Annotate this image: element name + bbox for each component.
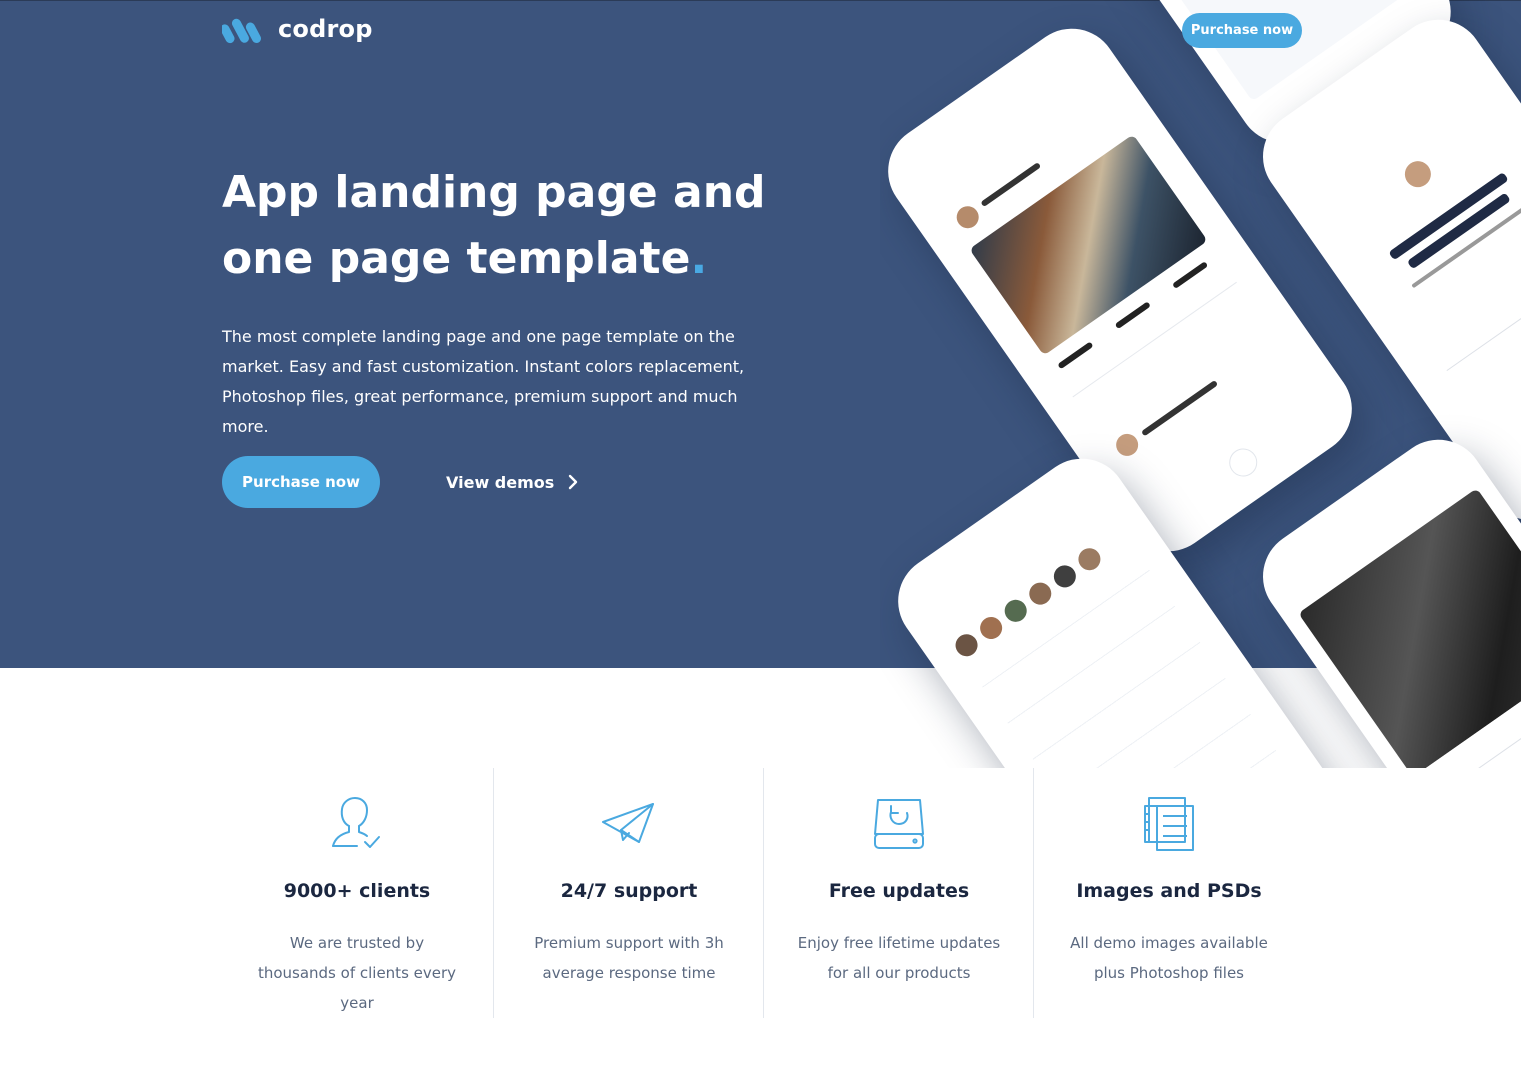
features-section: 9000+ clients We are trusted by thousand… xyxy=(222,768,1302,1018)
phone-mockups xyxy=(880,0,1521,768)
feature-title: 24/7 support xyxy=(560,880,698,902)
chevron-right-icon xyxy=(569,474,578,490)
logo-icon xyxy=(222,18,261,44)
feature-desc: Premium support with 3h average response… xyxy=(534,934,724,982)
feature-desc: Enjoy free lifetime updates for all our … xyxy=(797,934,1001,982)
feature-card-updates: Free updates Enjoy free lifetime updates… xyxy=(763,768,1034,1018)
feature-title: 9000+ clients xyxy=(283,880,431,902)
brand-logo[interactable]: codrop xyxy=(222,14,373,44)
feature-card-clients: 9000+ clients We are trusted by thousand… xyxy=(222,768,492,1018)
feature-desc: We are trusted by thousands of clients e… xyxy=(257,934,457,1012)
feature-desc: All demo images available plus Photoshop… xyxy=(1070,934,1268,982)
header-purchase-button[interactable]: Purchase now xyxy=(1182,13,1302,48)
view-demos-label: View demos xyxy=(446,472,555,492)
feature-title: Free updates xyxy=(828,880,970,902)
hero-title-line1: App landing page and xyxy=(222,167,766,218)
view-demos-link[interactable]: View demos xyxy=(446,468,578,496)
drive-refresh-icon xyxy=(874,799,924,849)
hero-subtitle: The most complete landing page and one p… xyxy=(222,327,745,436)
hero-title: App landing page and one page template. xyxy=(222,160,782,292)
documents-icon xyxy=(1144,797,1194,851)
purchase-now-button[interactable]: Purchase now xyxy=(222,456,380,508)
feature-title: Images and PSDs xyxy=(1076,880,1262,902)
feature-card-psds: Images and PSDs All demo images availabl… xyxy=(1033,768,1304,1018)
user-check-icon xyxy=(332,797,380,848)
hero-title-line2: one page template xyxy=(222,233,691,284)
hero-title-dot: . xyxy=(690,233,708,284)
paper-plane-icon xyxy=(602,803,654,843)
brand-name: codrop xyxy=(278,15,373,43)
feature-card-support: 24/7 support Premium support with 3h ave… xyxy=(493,768,764,1018)
